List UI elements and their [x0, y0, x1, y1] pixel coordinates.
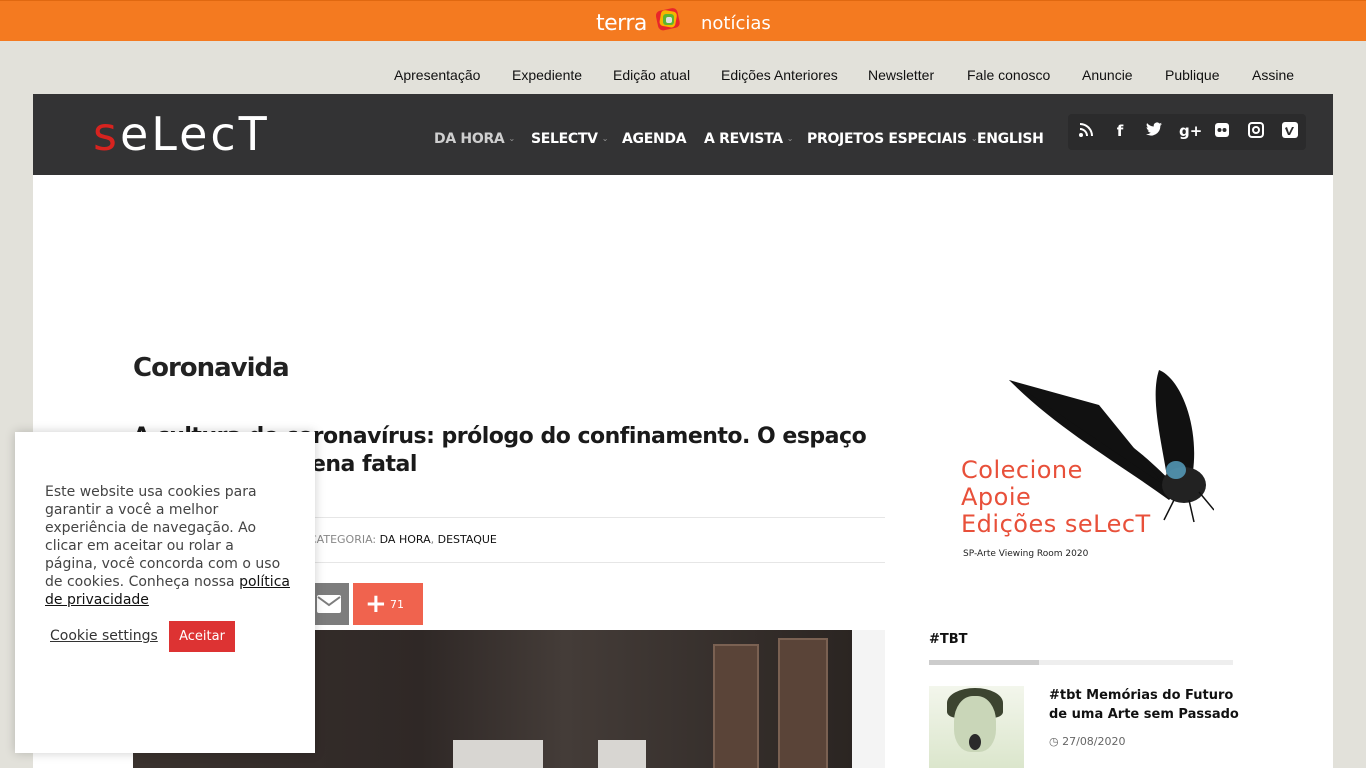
top-link-anuncie[interactable]: Anuncie — [1082, 67, 1133, 83]
share-email-button[interactable] — [309, 583, 349, 625]
select-logo[interactable]: seLecT — [93, 108, 270, 160]
top-link-newsletter[interactable]: Newsletter — [868, 67, 934, 83]
top-link-edicao-atual[interactable]: Edição atual — [613, 67, 690, 83]
ad-headline: Colecione Apoie Edições seLecT — [961, 456, 1151, 538]
rss-icon[interactable] — [1077, 122, 1095, 140]
clock-icon: ◷ — [1049, 735, 1059, 748]
nav-english[interactable]: ENGLISH — [977, 131, 1044, 147]
nav-agenda[interactable]: AGENDA — [622, 131, 687, 147]
facebook-icon[interactable]: f — [1111, 122, 1129, 140]
tbt-post-title[interactable]: #tbt Memórias do Futuro de uma Arte sem … — [1049, 686, 1239, 724]
section-title: Coronavida — [133, 353, 290, 383]
nav-da-hora[interactable]: DA HORA ⌄ — [434, 131, 515, 147]
accept-cookies-button[interactable]: Aceitar — [169, 621, 235, 652]
share-count: 71 — [390, 598, 404, 611]
social-icons: f g+ — [1068, 114, 1306, 150]
instagram-icon[interactable] — [1247, 122, 1265, 140]
terra-top-bar: terra notícias — [0, 0, 1366, 41]
tbt-heading: #TBT — [929, 632, 968, 647]
article-categories: CATEGORIA: DA HORA, DESTAQUE — [309, 533, 497, 546]
envelope-icon — [317, 595, 341, 613]
photo-window — [453, 740, 543, 768]
tbt-divider — [929, 660, 1233, 665]
photo-door — [778, 638, 828, 768]
top-link-fale-conosco[interactable]: Fale conosco — [967, 67, 1050, 83]
tbt-post-date: ◷ 27/08/2020 — [1049, 735, 1126, 748]
twitter-icon[interactable] — [1145, 122, 1163, 140]
top-link-apresentacao[interactable]: Apresentação — [394, 67, 480, 83]
chevron-down-icon: ⌄ — [786, 134, 794, 143]
vimeo-icon[interactable] — [1281, 122, 1299, 140]
nav-projetos-especiais[interactable]: PROJETOS ESPECIAIS ⌄ — [807, 131, 978, 147]
terra-news-link[interactable]: notícias — [701, 13, 771, 34]
terra-logo-icon[interactable] — [654, 7, 684, 33]
category-link-da-hora[interactable]: DA HORA — [380, 533, 431, 546]
site-header: seLecT DA HORA ⌄ SELECTV ⌄ AGENDA A REVIST… — [33, 94, 1333, 175]
top-link-expediente[interactable]: Expediente — [512, 67, 582, 83]
photo-window — [598, 740, 646, 768]
tbt-thumbnail[interactable] — [929, 686, 1024, 768]
plus-icon: + — [365, 589, 387, 619]
chevron-down-icon: ⌄ — [508, 134, 515, 143]
cookie-consent-popup: Este website usa cookies para garantir a… — [15, 432, 315, 753]
top-links-menu: Apresentação Expediente Edição atual Edi… — [0, 67, 1366, 85]
cookie-settings-link[interactable]: Cookie settings — [50, 628, 158, 644]
photo-door — [713, 644, 759, 768]
share-more-button[interactable]: + 71 — [353, 583, 423, 625]
top-link-assine[interactable]: Assine — [1252, 67, 1294, 83]
nav-a-revista[interactable]: A REVISTA ⌄ — [704, 131, 794, 147]
category-link-destaque[interactable]: DESTAQUE — [438, 533, 497, 546]
terra-logo[interactable]: terra — [596, 11, 647, 36]
chevron-down-icon: ⌄ — [601, 134, 609, 143]
top-link-edicoes-anteriores[interactable]: Edições Anteriores — [721, 67, 838, 83]
ad-caption: SP-Arte Viewing Room 2020 — [963, 549, 1089, 559]
top-link-publique[interactable]: Publique — [1165, 67, 1220, 83]
flickr-icon[interactable] — [1213, 122, 1231, 140]
google-plus-icon[interactable]: g+ — [1179, 122, 1202, 140]
sidebar-ad-banner[interactable]: Colecione Apoie Edições seLecT SP-Arte V… — [954, 360, 1214, 570]
cookie-text: Este website usa cookies para garantir a… — [45, 484, 290, 608]
nav-selectv[interactable]: SELECTV ⌄ — [531, 131, 608, 147]
